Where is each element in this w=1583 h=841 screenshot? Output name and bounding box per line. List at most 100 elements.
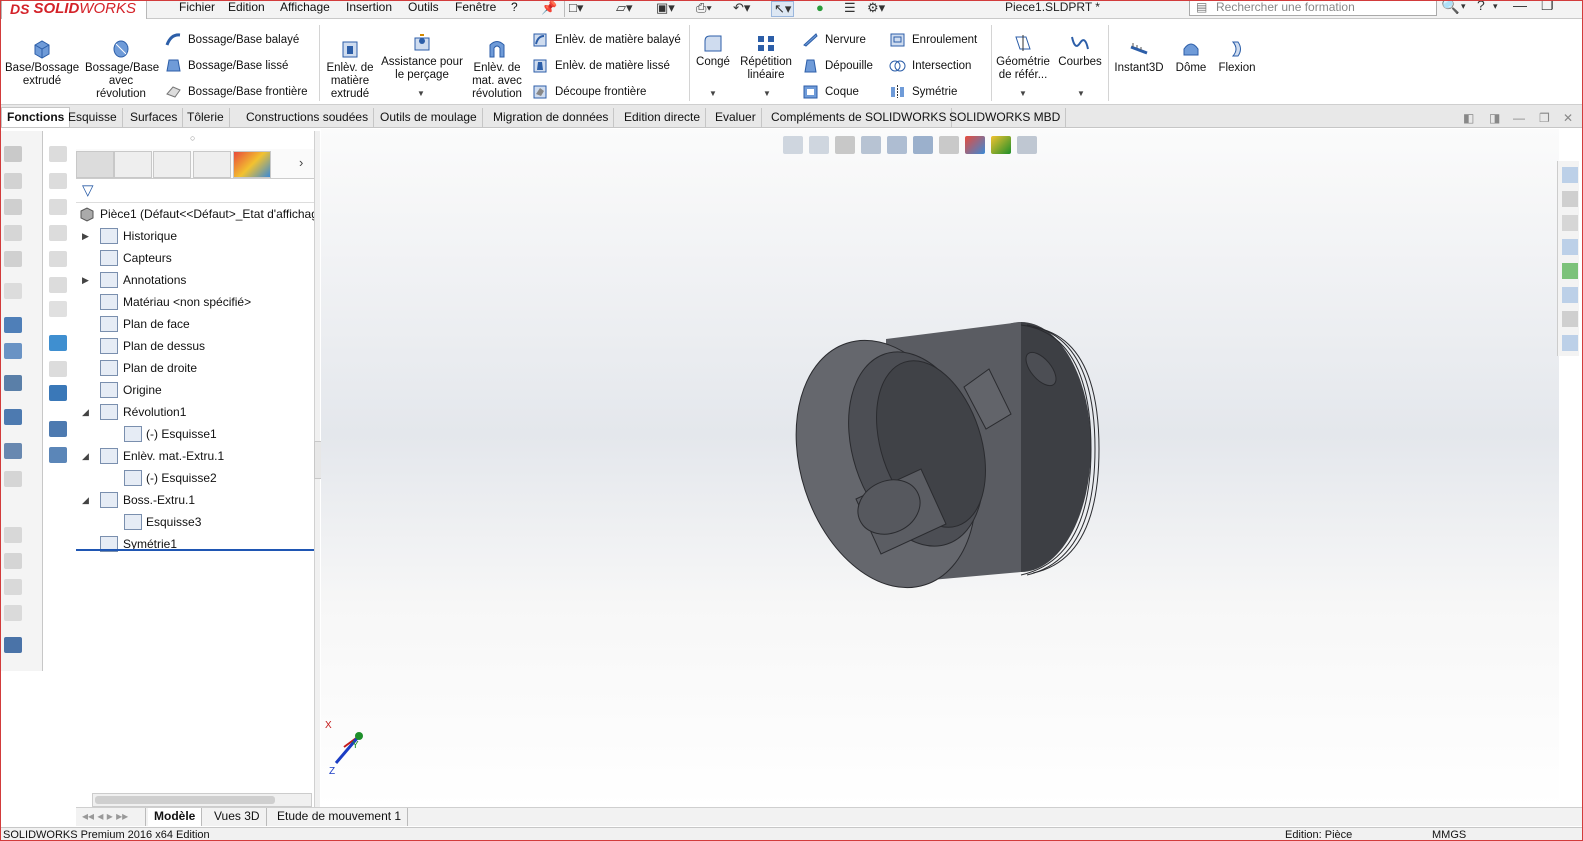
status-units[interactable]: MMGS xyxy=(1432,829,1466,840)
clip-tool-icon[interactable] xyxy=(4,173,22,189)
view-part2-icon[interactable] xyxy=(49,447,67,463)
view-box-icon[interactable] xyxy=(49,173,67,189)
view-sphere-icon[interactable] xyxy=(49,301,67,317)
reference-geometry-button[interactable]: Géométrie de référ... xyxy=(995,33,1051,82)
edit-appearance-icon[interactable] xyxy=(965,136,985,154)
file-explorer-icon[interactable] xyxy=(1562,239,1578,255)
help-icon[interactable]: ? xyxy=(1477,1,1485,13)
configurationmanager-tab-icon[interactable] xyxy=(153,151,191,178)
tab-fonctions[interactable]: Fonctions xyxy=(1,107,71,127)
tree-item[interactable]: ▶ Historique xyxy=(76,226,314,246)
tree-item[interactable]: Esquisse3 xyxy=(76,512,314,532)
wrap-button[interactable]: Enroulement xyxy=(889,32,977,47)
tab-surfaces[interactable]: Surfaces xyxy=(125,108,184,128)
pattern-dropdown-icon[interactable]: ▼ xyxy=(763,89,771,98)
expanded-arrow-icon[interactable]: ◢ xyxy=(82,490,89,510)
new-document-icon[interactable]: □▾ xyxy=(564,1,583,17)
menu-fenetre[interactable]: Fenêtre xyxy=(455,1,496,17)
dimxpert-tab-icon[interactable] xyxy=(193,151,231,178)
table-tool-icon[interactable] xyxy=(4,409,22,425)
mirror-button[interactable]: Symétrie xyxy=(889,84,957,99)
open-icon[interactable]: ▱▾ xyxy=(616,1,633,17)
undo-icon[interactable]: ↶▾ xyxy=(733,1,750,17)
view-part-icon[interactable] xyxy=(49,421,67,437)
solidworks-logo[interactable]: DS SOLID WORKS xyxy=(1,1,147,21)
tab-vues-3d[interactable]: Vues 3D xyxy=(208,808,267,826)
hole-wizard-button[interactable]: Assistance pour le perçage xyxy=(379,33,465,82)
revolved-boss-button[interactable]: Bossage/Base avec révolution xyxy=(85,39,159,101)
horizontal-scrollbar[interactable] xyxy=(92,793,312,807)
lofted-cut-button[interactable]: Enlèv. de matière lissé xyxy=(532,58,670,73)
curves-button[interactable]: Courbes xyxy=(1056,33,1104,69)
view-palette-icon[interactable] xyxy=(1562,335,1578,351)
ruler-tool-icon[interactable] xyxy=(4,637,22,653)
apply-scene-icon[interactable] xyxy=(991,136,1011,154)
print-icon[interactable]: ⎙▾ xyxy=(696,1,712,17)
curves-dropdown-icon[interactable]: ▼ xyxy=(1077,89,1085,98)
tree-item[interactable]: ◢ Boss.-Extru.1 xyxy=(76,490,314,510)
menu-help[interactable]: ? xyxy=(511,1,518,17)
rollback-bar[interactable] xyxy=(76,549,314,551)
tree-item[interactable]: (-) Esquisse1 xyxy=(76,424,314,444)
options-gear-icon[interactable]: ⚙▾ xyxy=(867,1,885,17)
tree-item[interactable]: Origine xyxy=(76,380,314,400)
rib-button[interactable]: Nervure xyxy=(802,32,866,47)
weld-tool-icon[interactable] xyxy=(4,527,22,543)
previous-view-icon[interactable] xyxy=(835,136,855,154)
zoom-to-fit-icon[interactable] xyxy=(783,136,803,154)
tile-right-icon[interactable]: ◨ xyxy=(1489,111,1500,125)
tree-item[interactable]: ▶ Annotations xyxy=(76,270,314,290)
home-icon[interactable] xyxy=(1562,167,1578,183)
extruded-cut-button[interactable]: Enlèv. de matière extrudé xyxy=(322,39,378,101)
tab-esquisse[interactable]: Esquisse xyxy=(63,108,123,128)
view-box5-icon[interactable] xyxy=(49,277,67,293)
fillet-button[interactable]: Congé xyxy=(693,33,733,69)
doc-restore-icon[interactable]: ❐ xyxy=(1539,111,1550,125)
menu-insertion[interactable]: Insertion xyxy=(346,1,392,17)
view-link-icon[interactable] xyxy=(49,361,67,377)
appearance-tab-icon[interactable] xyxy=(233,151,271,178)
intersect-button[interactable]: Intersection xyxy=(889,58,971,73)
tree-item[interactable]: Symétrie1 xyxy=(76,534,314,554)
tab-solidworks-mbd[interactable]: SOLIDWORKS MBD xyxy=(944,108,1067,128)
pin-icon[interactable]: 📌 xyxy=(541,1,557,17)
view-monitor-icon[interactable] xyxy=(49,385,67,401)
revolved-cut-button[interactable]: Enlèv. de mat. avec révolution xyxy=(468,39,526,101)
surface-tool-icon[interactable] xyxy=(4,605,22,621)
filter-icon[interactable]: ▽ xyxy=(82,181,94,199)
swept-cut-button[interactable]: Enlèv. de matière balayé xyxy=(532,32,681,47)
tab-scroll-arrows-icon[interactable]: ◂◂ ◂ ▸ ▸▸ xyxy=(76,808,146,826)
draft-button[interactable]: Dépouille xyxy=(802,58,873,73)
section-view-icon[interactable] xyxy=(861,136,881,154)
menu-edition[interactable]: Edition xyxy=(228,1,265,17)
instant3d-button[interactable]: Instant3D xyxy=(1113,39,1165,75)
dome-button[interactable]: Dôme xyxy=(1171,39,1211,75)
tab-constructions-soudees[interactable]: Constructions soudées xyxy=(241,108,375,128)
menu-affichage[interactable]: Affichage xyxy=(280,1,330,17)
rebuild-icon[interactable]: ● xyxy=(816,1,824,17)
restore-icon[interactable]: ❐ xyxy=(1541,1,1554,14)
tab-edition-directe[interactable]: Edition directe xyxy=(619,108,707,128)
appearances-icon[interactable] xyxy=(1562,263,1578,279)
featuremanager-tab-icon[interactable] xyxy=(76,151,114,178)
hole-wizard-dropdown-icon[interactable]: ▼ xyxy=(417,89,425,98)
linear-pattern-button[interactable]: Répétition linéaire xyxy=(738,33,794,82)
custom-properties-icon[interactable] xyxy=(1562,287,1578,303)
scrollbar-thumb[interactable] xyxy=(95,796,275,804)
view-box2-icon[interactable] xyxy=(49,199,67,215)
view-box3-icon[interactable] xyxy=(49,225,67,241)
tab-complements[interactable]: Compléments de SOLIDWORKS xyxy=(766,108,953,128)
tree-item[interactable]: ◢ Révolution1 xyxy=(76,402,314,422)
view-box4-icon[interactable] xyxy=(49,251,67,267)
tab-outils-de-moulage[interactable]: Outils de moulage xyxy=(375,108,483,128)
boundary-boss-button[interactable]: Bossage/Base frontière xyxy=(165,84,308,99)
view-bracket-icon[interactable] xyxy=(49,335,67,351)
design-library-icon[interactable] xyxy=(1562,215,1578,231)
measure-tool-icon[interactable] xyxy=(4,443,22,459)
expand-arrow-icon[interactable]: ▶ xyxy=(82,270,89,290)
display-style-icon[interactable] xyxy=(913,136,933,154)
search-icon[interactable]: 🔍 xyxy=(1441,1,1460,15)
block-tool-icon[interactable] xyxy=(4,199,22,215)
pattern-tool-icon[interactable] xyxy=(4,251,22,267)
shell-button[interactable]: Coque xyxy=(802,84,859,99)
